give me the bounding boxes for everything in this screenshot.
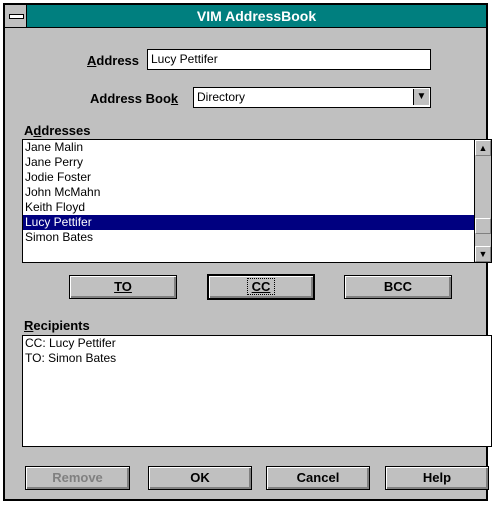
vertical-scrollbar[interactable]: ▲ ▼ [474,140,491,262]
list-item[interactable]: Keith Floyd [23,200,491,215]
ok-button-label: OK [190,470,210,485]
address-book-dropdown[interactable]: Directory ▼ [193,87,431,108]
ok-button[interactable]: OK [148,466,252,490]
address-book-label: Address Book [90,91,178,106]
address-book-value: Directory [197,90,246,104]
to-button-label: TO [114,279,132,294]
cancel-button[interactable]: Cancel [266,466,370,490]
down-arrow-icon: ▼ [478,249,488,259]
recipients-label: Recipients [24,318,90,333]
recipient-item[interactable]: TO: Simon Bates [23,351,491,366]
addresses-list[interactable]: Jane Malin Jane Perry Jodie Foster John … [22,139,492,263]
address-book-label-hotkey: k [170,91,179,106]
remove-button[interactable]: Remove [25,466,130,490]
title-bar[interactable]: VIM AddressBook [5,5,486,28]
scroll-up-button[interactable]: ▲ [475,140,491,156]
list-item[interactable]: John McMahn [23,185,491,200]
address-label-hotkey: A [87,53,97,68]
scroll-thumb[interactable] [475,218,491,234]
list-item[interactable]: Jodie Foster [23,170,491,185]
recipient-item[interactable]: CC: Lucy Pettifer [23,336,491,351]
cc-button-label: CC [251,279,271,294]
scroll-down-button[interactable]: ▼ [475,246,491,262]
cc-button[interactable]: CC [207,274,315,300]
bcc-button[interactable]: BCC [344,275,452,299]
list-item[interactable]: Jane Malin [23,140,491,155]
cc-button-focus: CC [246,278,276,295]
list-item-selected[interactable]: Lucy Pettifer [23,215,491,230]
list-item[interactable]: Simon Bates [23,230,491,245]
dropdown-button[interactable]: ▼ [413,89,429,105]
address-input-value: Lucy Pettifer [151,52,218,66]
system-menu-button[interactable] [5,5,27,27]
address-book-window: VIM AddressBook Address Lucy Pettifer Ad… [3,3,492,501]
help-button-label: Help [422,470,452,485]
up-arrow-icon: ▲ [478,143,488,153]
help-button[interactable]: Help [385,466,489,490]
down-arrow-icon: ▼ [416,91,427,102]
cancel-button-label: Cancel [296,470,340,485]
system-menu-icon [9,14,24,19]
address-label-text: ddress [96,53,140,68]
addresses-label-rest: dresses [41,123,91,138]
address-input[interactable]: Lucy Pettifer [147,49,431,70]
addresses-label-a: A [24,123,34,138]
address-label: Address [87,53,139,68]
recipients-list[interactable]: CC: Lucy Pettifer TO: Simon Bates [22,335,492,447]
list-item[interactable]: Jane Perry [23,155,491,170]
addresses-label: Addresses [24,123,91,138]
bcc-button-label: BCC [383,279,413,294]
window-title: VIM AddressBook [196,8,317,24]
recipients-label-hotkey: R [24,318,34,333]
recipients-label-text: ecipients [33,318,90,333]
address-book-label-text: Address Boo [90,91,171,106]
remove-button-label: Remove [52,470,103,485]
to-button[interactable]: TO [69,275,177,299]
